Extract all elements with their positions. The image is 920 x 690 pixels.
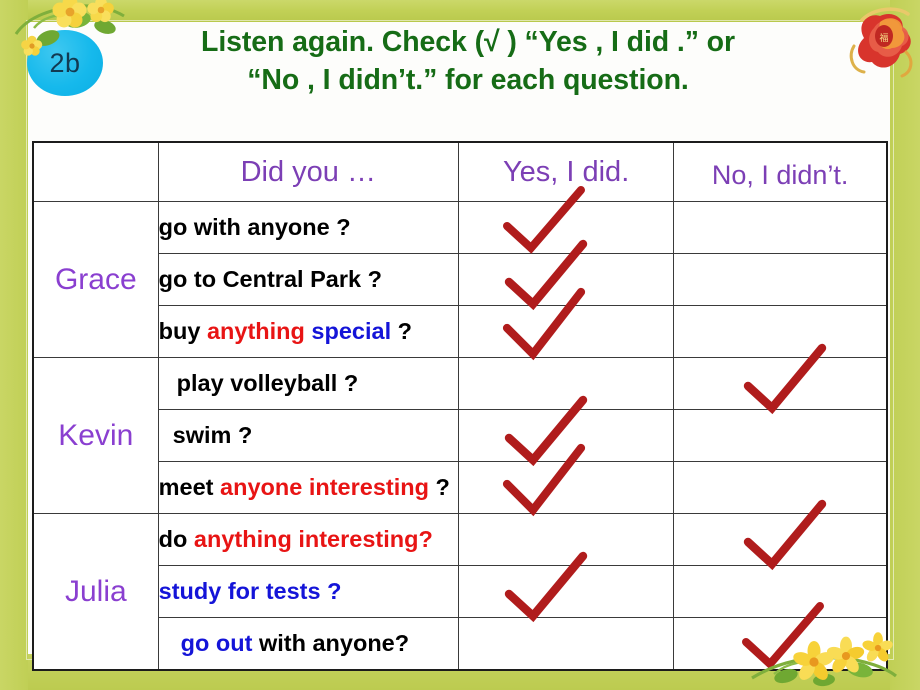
table-row: go to Central Park ? (33, 239, 888, 311)
answer-cell-no[interactable] (673, 201, 888, 254)
answer-cell-yes[interactable] (457, 617, 675, 671)
student-name-cell: Julia (32, 513, 159, 671)
question-text-part: ? (391, 318, 412, 344)
title-line-2: “No , I didn’t.” for each question. (247, 63, 689, 96)
header-cell-name (32, 141, 159, 202)
student-name-cell: Kevin (32, 357, 159, 514)
question-cell: study for tests ? (157, 565, 459, 618)
slide-root: 福 2b Listen again. Check (√) “Yes , I d… (0, 0, 920, 690)
question-text-part: go to Central Park ? (158, 266, 382, 292)
answer-cell-yes[interactable] (457, 551, 675, 623)
answer-table: Did you … Yes, I did. No, I didn’t. Grace go… (32, 141, 888, 671)
table-row: Grace go with anyone ? (32, 186, 888, 358)
question-text-part: with anyone? (252, 630, 410, 656)
question-cell: swim ? (157, 409, 459, 462)
question-cell: meet anyone interesting ? (157, 461, 459, 514)
header-cell-no: No, I didn’t. (673, 141, 888, 202)
student-name-cell: Grace (32, 201, 159, 358)
title-line-1: Listen again. Check (√ ) “Yes , I did .”… (201, 26, 735, 58)
answer-cell-no[interactable] (673, 565, 888, 618)
page-title: Listen again. Check (√ ) “Yes , I did .”… (118, 24, 818, 99)
question-text-part: do (158, 526, 194, 552)
question-text-part: study for tests ? (158, 578, 342, 604)
question-text-part: buy (158, 318, 207, 344)
answer-table-wrapper: Did you … Yes, I did. No, I didn’t. Grace go… (32, 141, 888, 671)
question-text-part: go with anyone ? (158, 214, 351, 240)
question-cell: go to Central Park ? (157, 253, 459, 306)
answer-cell-no[interactable] (673, 305, 888, 358)
question-text-part: anything (206, 318, 305, 344)
frame-right-border (890, 0, 920, 690)
frame-top-border (0, 0, 920, 22)
answer-cell-no[interactable] (673, 409, 888, 462)
exercise-number-badge: 2b (27, 30, 103, 96)
frame-left-border (0, 0, 28, 690)
table-row: go out with anyone? (33, 602, 888, 671)
question-cell: buy anything special ? (157, 305, 459, 358)
table-row: swim ? (33, 395, 888, 467)
header-cell-question: Did you … (157, 141, 459, 202)
table-row: Kevin play volleyball ? (32, 343, 888, 514)
answer-cell-yes[interactable] (457, 239, 675, 311)
answer-cell-yes[interactable] (457, 357, 675, 410)
question-text-part: play volleyball ? (176, 370, 359, 396)
question-text-part: meet (158, 474, 221, 500)
question-text-part: ? (428, 474, 450, 500)
table-header-row: Did you … Yes, I did. No, I didn’t. (32, 141, 888, 202)
answer-cell-yes[interactable] (457, 186, 675, 254)
table-row: meet anyone interesting ? (33, 443, 888, 517)
question-text-part: go out (180, 630, 253, 656)
question-cell: do anything interesting? (157, 513, 459, 566)
table-row: study for tests ? (33, 551, 888, 623)
question-text-part: special (311, 318, 392, 344)
answer-cell-no[interactable] (673, 343, 888, 415)
answer-cell-no[interactable] (673, 499, 888, 571)
answer-cell-yes[interactable] (457, 395, 675, 467)
answer-cell-yes[interactable] (457, 513, 675, 566)
answer-cell-yes[interactable] (457, 287, 675, 361)
question-text-part: anyone interesting (220, 474, 429, 500)
answer-cell-no[interactable] (673, 602, 888, 671)
question-cell: go out with anyone? (157, 617, 459, 671)
header-cell-yes: Yes, I did. (457, 141, 675, 202)
question-cell: play volleyball ? (157, 357, 459, 410)
answer-table-body: Did you … Yes, I did. No, I didn’t. Grace go… (32, 141, 888, 671)
answer-cell-no[interactable] (673, 253, 888, 306)
answer-cell-yes[interactable] (457, 443, 675, 517)
table-row: Julia do anything interesting? (32, 499, 888, 671)
question-cell: go with anyone ? (157, 201, 459, 254)
question-text-part: anything interesting? (193, 526, 433, 552)
question-text-part: swim ? (172, 422, 253, 448)
table-row: buy anything special ? (33, 287, 888, 361)
answer-cell-no[interactable] (673, 461, 888, 514)
